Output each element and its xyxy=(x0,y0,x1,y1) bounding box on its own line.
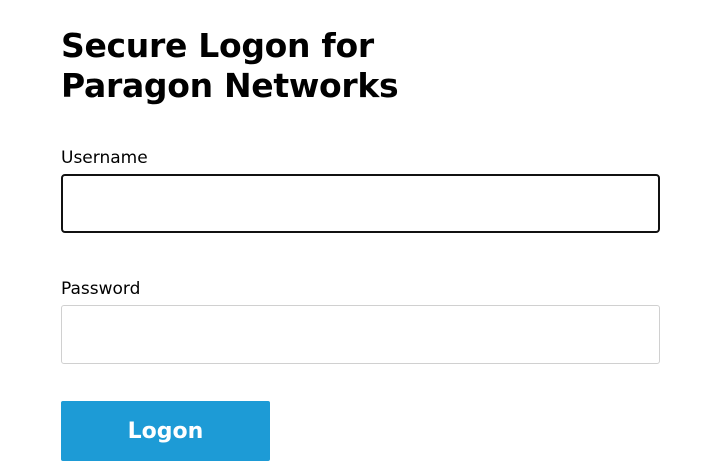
logon-button[interactable]: Logon xyxy=(61,401,270,461)
logon-form-container: Secure Logon for Paragon Networks Userna… xyxy=(61,26,660,461)
username-input[interactable] xyxy=(61,174,660,233)
password-input[interactable] xyxy=(61,305,660,364)
password-label: Password xyxy=(61,279,141,299)
page-title: Secure Logon for Paragon Networks xyxy=(61,26,399,105)
username-label: Username xyxy=(61,148,148,168)
